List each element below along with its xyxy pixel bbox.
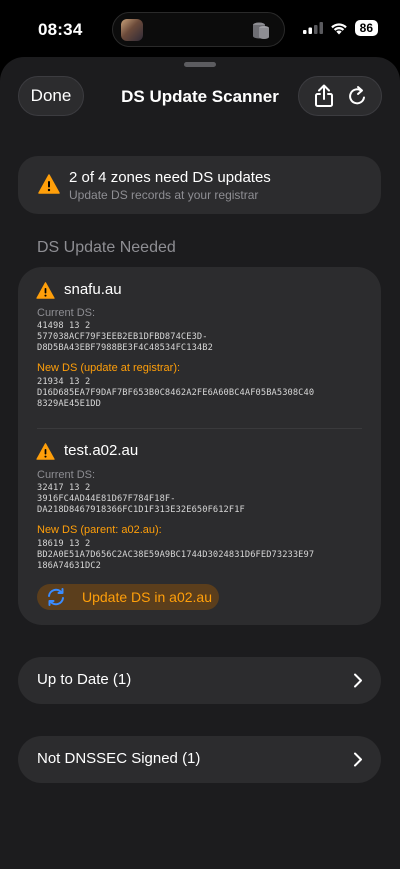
new-ds-label: New DS (update at registrar): — [37, 362, 181, 374]
up-to-date-row[interactable]: Up to Date (1) — [18, 657, 381, 704]
new-ds-label: New DS (parent: a02.au): — [37, 524, 162, 536]
warning-icon — [36, 443, 55, 460]
warning-icon — [38, 174, 60, 194]
now-playing-app-icon — [121, 19, 143, 41]
banner-title: 2 of 4 zones need DS updates — [69, 169, 271, 186]
divider — [37, 428, 362, 429]
current-ds-record: 32417 13 2 3916FC4AD44E81D67F784F18F- DA21… — [37, 483, 245, 515]
not-dnssec-signed-row[interactable]: Not DNSSEC Signed (1) — [18, 736, 381, 783]
toolbar-actions — [298, 76, 382, 116]
status-indicators: 86 — [302, 20, 378, 36]
update-ds-button[interactable]: Update DS in a02.au — [37, 584, 219, 610]
dynamic-island[interactable] — [112, 12, 285, 47]
row-label: Not DNSSEC Signed (1) — [37, 750, 201, 767]
wifi-icon — [330, 22, 347, 34]
sheet-grabber[interactable] — [184, 62, 216, 67]
current-ds-label: Current DS: — [37, 307, 96, 319]
database-icon — [253, 22, 269, 39]
cellular-signal-icon — [302, 22, 323, 34]
scanner-sheet: Done DS Update Scanner 2 of 4 zones need… — [0, 57, 400, 869]
share-icon[interactable] — [313, 84, 335, 108]
battery-indicator: 86 — [354, 20, 378, 36]
sync-icon — [48, 588, 64, 606]
update-ds-label: Update DS in a02.au — [82, 589, 212, 605]
zone-name: snafu.au — [64, 281, 122, 298]
status-time: 08:34 — [38, 20, 83, 39]
new-ds-record: 18619 13 2 BD2A0E51A7D656C2AC38E59A9BC174… — [37, 539, 315, 571]
new-ds-record: 21934 13 2 D16D685EA7F9DAF7BF653B0C8462A2… — [37, 377, 315, 409]
refresh-icon[interactable] — [346, 84, 368, 108]
zone-name: test.a02.au — [64, 442, 139, 459]
chevron-right-icon — [354, 752, 362, 767]
current-ds-record: 41498 13 2 577038ACF79F3EEB2EB1DFBD874CE3… — [37, 321, 213, 353]
status-bar: 08:34 86 — [0, 0, 400, 58]
current-ds-label: Current DS: — [37, 469, 96, 481]
ds-update-list: snafu.au Current DS: 41498 13 2 577038ACF… — [18, 267, 381, 625]
banner-subtitle: Update DS records at your registrar — [69, 188, 259, 202]
warning-icon — [36, 282, 55, 299]
status-banner: 2 of 4 zones need DS updates Update DS r… — [18, 156, 381, 214]
row-label: Up to Date (1) — [37, 671, 132, 688]
chevron-right-icon — [354, 673, 362, 688]
section-header: DS Update Needed — [37, 239, 176, 256]
